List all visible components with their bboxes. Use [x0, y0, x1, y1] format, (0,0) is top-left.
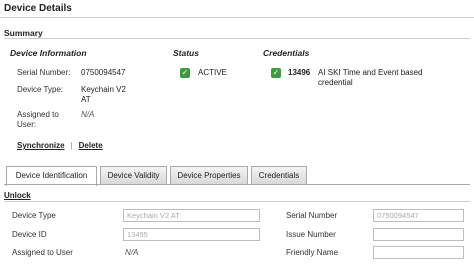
form-issue-number-label: Issue Number — [286, 230, 336, 239]
form-assigned-label: Assigned to User — [12, 248, 73, 257]
status-value: ACTIVE — [198, 68, 227, 77]
unlock-link[interactable]: Unlock — [4, 191, 31, 200]
device-information-heading: Device Information — [10, 48, 87, 58]
device-actions: Synchronize | Delete — [17, 141, 103, 150]
device-id-field[interactable] — [123, 228, 260, 241]
issue-number-field[interactable] — [373, 228, 464, 241]
credential-desc-line2: credential — [318, 78, 353, 87]
tab-bar: Device Identification Device Validity De… — [4, 166, 470, 186]
serial-number-label: Serial Number: — [17, 68, 71, 77]
credential-id: 13496 — [288, 68, 311, 77]
tab-underline — [4, 184, 470, 185]
summary-divider — [4, 38, 470, 39]
device-type-value-line1: Keychain V2 — [81, 85, 126, 94]
page-title: Device Details — [4, 3, 72, 14]
friendly-name-field[interactable] — [373, 246, 464, 259]
assigned-to-label-line1: Assigned to — [17, 110, 59, 119]
title-divider — [0, 17, 474, 18]
form-device-id-label: Device ID — [12, 230, 47, 239]
tab-device-validity[interactable]: Device Validity — [100, 166, 167, 185]
status-heading: Status — [173, 48, 199, 58]
tab-device-properties[interactable]: Device Properties — [170, 166, 248, 185]
form-friendly-name-label: Friendly Name — [286, 248, 339, 257]
tab-credentials[interactable]: Credentials — [251, 166, 307, 185]
form-device-type-label: Device Type — [12, 211, 56, 220]
status-check-icon: ✓ — [180, 68, 190, 78]
synchronize-link[interactable]: Synchronize — [17, 141, 65, 150]
device-type-field[interactable] — [123, 209, 260, 222]
credentials-heading: Credentials — [263, 48, 310, 58]
serial-number-value: 0750094547 — [81, 68, 126, 77]
device-type-label: Device Type: — [17, 85, 64, 94]
unlock-divider — [4, 201, 470, 202]
credential-check-icon: ✓ — [271, 68, 281, 78]
credential-desc-line1: AI SKI Time and Event based — [318, 68, 423, 77]
delete-link[interactable]: Delete — [79, 141, 103, 150]
device-type-value-line2: AT — [81, 95, 91, 104]
assigned-to-value: N/A — [81, 110, 95, 119]
serial-number-field[interactable] — [373, 209, 464, 222]
form-assigned-value: N/A — [125, 248, 139, 257]
form-serial-number-label: Serial Number — [286, 211, 338, 220]
assigned-to-label-line2: User: — [17, 120, 37, 129]
summary-heading: Summary — [4, 28, 43, 38]
tab-device-identification[interactable]: Device Identification — [6, 166, 97, 186]
action-separator: | — [70, 141, 73, 150]
